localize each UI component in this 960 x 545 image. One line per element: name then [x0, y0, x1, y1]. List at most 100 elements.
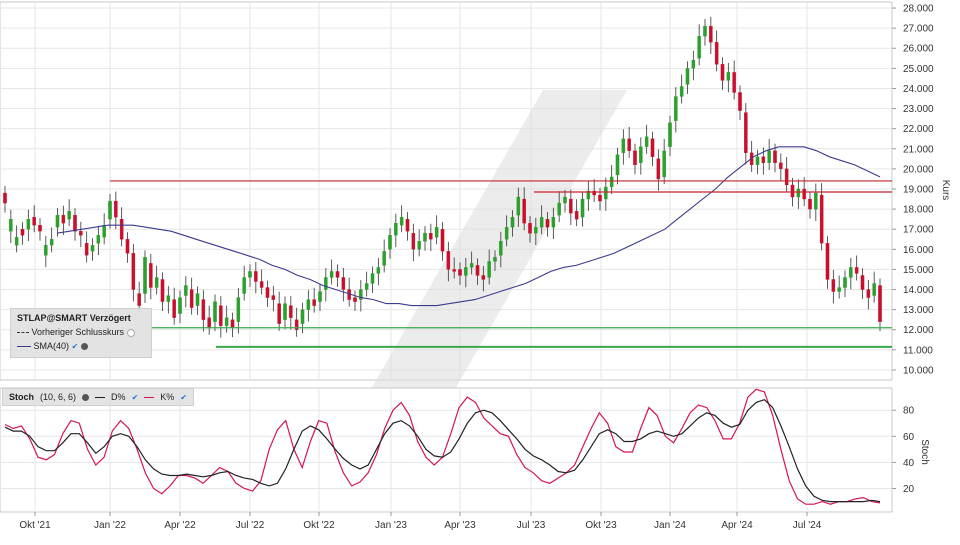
candle-body — [551, 216, 556, 228]
y-tick-label: 25.000 — [903, 64, 934, 75]
candle-body — [376, 267, 381, 274]
stoch-legend: Stoch (10, 6, 6) D% ✔ K% ✔ — [2, 388, 194, 406]
y-tick-label: 20.000 — [903, 164, 934, 175]
candle-body — [557, 202, 561, 216]
x-tick-label: Jan '24 — [654, 520, 686, 531]
settings-icon[interactable] — [126, 328, 135, 337]
candle-body — [504, 227, 509, 240]
candle-body — [726, 72, 731, 81]
candle-body — [761, 156, 766, 164]
candle-body — [96, 235, 101, 244]
y-tick-label: 24.000 — [903, 84, 934, 95]
candle-body — [668, 122, 672, 147]
candle-body — [644, 136, 649, 147]
candle-body — [522, 198, 526, 224]
candle-body — [837, 287, 841, 292]
candle-body — [709, 25, 713, 43]
candle-body — [399, 216, 404, 226]
candle-body — [195, 293, 200, 306]
candle-body — [650, 138, 655, 157]
stoch-axis-label: Stoch — [919, 439, 930, 465]
check-icon[interactable]: ✔ — [132, 393, 139, 402]
candle-body — [609, 176, 614, 188]
candle-body — [119, 218, 124, 240]
candle-body — [627, 138, 631, 151]
check-icon[interactable]: ✔ — [72, 342, 79, 351]
chart-root: 28.000 27.000 26.000 25.000 24.000 23.000 22.0… — [0, 0, 960, 540]
candle-body — [32, 216, 36, 226]
candle-body — [20, 229, 25, 236]
y-tick-label: 22.000 — [903, 124, 934, 135]
candle-body — [394, 223, 398, 236]
candle-body — [866, 289, 871, 298]
candle-body — [755, 156, 760, 166]
x-tick-label: Apr '24 — [721, 520, 753, 531]
candle-body — [201, 299, 206, 320]
candle-body — [825, 243, 830, 280]
candle-body — [814, 192, 818, 210]
candle-body — [819, 194, 824, 244]
price-legend: STLAP@SMART Verzögert Vorheriger Schluss… — [10, 308, 152, 358]
d-line-swatch — [95, 396, 106, 398]
x-tick-label: Jul '24 — [793, 520, 822, 531]
stock-chart: 28.000 27.000 26.000 25.000 24.000 23.000 22.0… — [0, 1, 951, 531]
candle-body — [90, 245, 95, 252]
candle-body — [493, 257, 497, 262]
candle-body — [44, 245, 48, 256]
candle-body — [744, 112, 748, 153]
candle-body — [306, 299, 311, 310]
candle-body — [55, 214, 60, 228]
candle-body — [563, 196, 567, 204]
candle-body — [388, 235, 392, 250]
candle-body — [230, 319, 235, 328]
candle-body — [703, 25, 707, 37]
candle-body — [277, 303, 281, 324]
candle-body — [254, 271, 258, 282]
stoch-params: (10, 6, 6) — [40, 392, 77, 402]
candle-body — [510, 216, 515, 228]
candle-body — [259, 281, 264, 288]
x-tick-label: Okt '22 — [303, 520, 335, 531]
candle-body — [464, 267, 468, 276]
candle-body — [872, 283, 876, 296]
candle-body — [108, 200, 112, 220]
candle-body — [784, 168, 789, 186]
candle-body — [598, 194, 602, 202]
candle-body — [370, 273, 375, 284]
k-line-swatch — [144, 396, 155, 398]
candle-body — [528, 223, 532, 234]
candle-body — [335, 271, 340, 278]
candle-body — [271, 295, 276, 300]
candle-body — [679, 86, 684, 97]
candle-body — [516, 196, 521, 216]
check-icon[interactable]: ✔ — [180, 393, 187, 402]
candle-body — [481, 275, 486, 280]
candle-body — [697, 36, 701, 59]
candle-body — [248, 271, 252, 278]
candle-body — [475, 265, 480, 276]
y-tick-label: 20 — [903, 484, 915, 495]
candle-body — [691, 60, 696, 69]
candle-body — [569, 198, 573, 214]
y-tick-label: 12.000 — [903, 325, 934, 336]
settings-icon[interactable] — [82, 393, 90, 401]
x-tick-label: Jan '23 — [375, 520, 407, 531]
candle-body — [685, 68, 690, 85]
candle-body — [720, 64, 725, 81]
candle-body — [213, 301, 217, 322]
x-tick-label: Apr '22 — [164, 520, 196, 531]
candle-body — [440, 229, 445, 252]
candle-body — [796, 188, 801, 198]
x-tick-label: Jul '23 — [517, 520, 546, 531]
y-tick-label: 27.000 — [903, 24, 934, 35]
settings-icon[interactable] — [80, 343, 88, 351]
legend-sma: SMA(40) ✔ — [17, 341, 88, 351]
candle-body — [149, 263, 153, 288]
candle-body — [353, 297, 357, 302]
candle-body — [534, 227, 538, 234]
candle-body — [773, 150, 777, 164]
candle-body — [662, 150, 666, 178]
candle-body — [808, 198, 812, 210]
candle-body — [779, 162, 783, 170]
candle-body — [3, 192, 7, 204]
